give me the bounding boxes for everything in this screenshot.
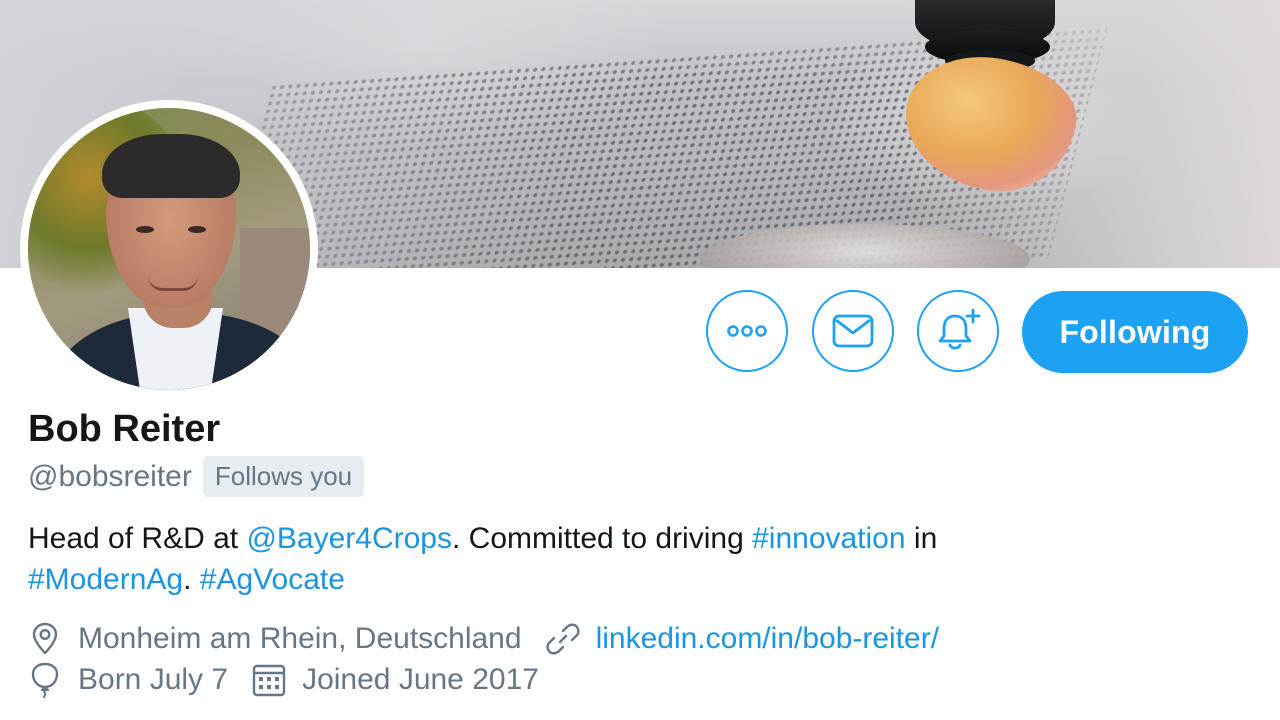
- bio-text: Head of R&D at: [28, 522, 247, 555]
- profile-bio: Head of R&D at @Bayer4Crops. Committed t…: [28, 518, 1208, 600]
- more-dots-icon: [727, 325, 767, 337]
- profile-avatar[interactable]: [20, 100, 318, 398]
- bio-text: .: [183, 563, 200, 596]
- envelope-icon: [832, 314, 874, 348]
- balloon-icon: [28, 662, 62, 698]
- message-button[interactable]: [812, 290, 894, 372]
- link-icon: [545, 622, 580, 656]
- bell-plus-icon: [938, 308, 981, 350]
- avatar-photo: [28, 108, 310, 390]
- notifications-button[interactable]: [917, 290, 999, 372]
- avatar-hair: [102, 134, 240, 198]
- birthday-text: Born July 7: [78, 663, 229, 696]
- bio-hashtag-modernag[interactable]: #ModernAg: [28, 563, 183, 596]
- avatar-eye-right: [188, 226, 206, 233]
- profile-meta-row-2: Born July 7 Joined June 2017: [28, 662, 563, 698]
- following-button[interactable]: Following: [1022, 291, 1248, 373]
- bio-text: . Committed to driving: [451, 522, 753, 555]
- website-link[interactable]: linkedin.com/in/bob-reiter/: [596, 622, 940, 656]
- bio-hashtag-innovation[interactable]: #innovation: [752, 522, 905, 555]
- joined-item: Joined June 2017: [252, 663, 539, 697]
- location-text: Monheim am Rhein, Deutschland: [78, 622, 522, 655]
- website-item[interactable]: linkedin.com/in/bob-reiter/: [545, 622, 940, 656]
- joined-text: Joined June 2017: [302, 663, 539, 696]
- birthday-item: Born July 7: [28, 662, 229, 698]
- avatar-smile: [148, 276, 198, 291]
- location-pin-icon: [28, 622, 62, 656]
- more-options-button[interactable]: [706, 290, 788, 372]
- profile-name: Bob Reiter: [28, 408, 221, 450]
- follows-you-badge: Follows you: [202, 456, 365, 497]
- bio-text: in: [905, 522, 938, 555]
- profile-handle: @bobsreiter: [28, 459, 192, 493]
- bio-hashtag-agvocate[interactable]: #AgVocate: [200, 563, 345, 596]
- location-item: Monheim am Rhein, Deutschland: [28, 622, 522, 656]
- profile-meta-row-1: Monheim am Rhein, Deutschland linkedin.c…: [28, 622, 963, 656]
- handle-row: @bobsreiter Follows you: [28, 456, 365, 497]
- calendar-icon: [252, 663, 286, 697]
- avatar-eye-left: [136, 226, 154, 233]
- bio-mention-link[interactable]: @Bayer4Crops: [246, 522, 452, 555]
